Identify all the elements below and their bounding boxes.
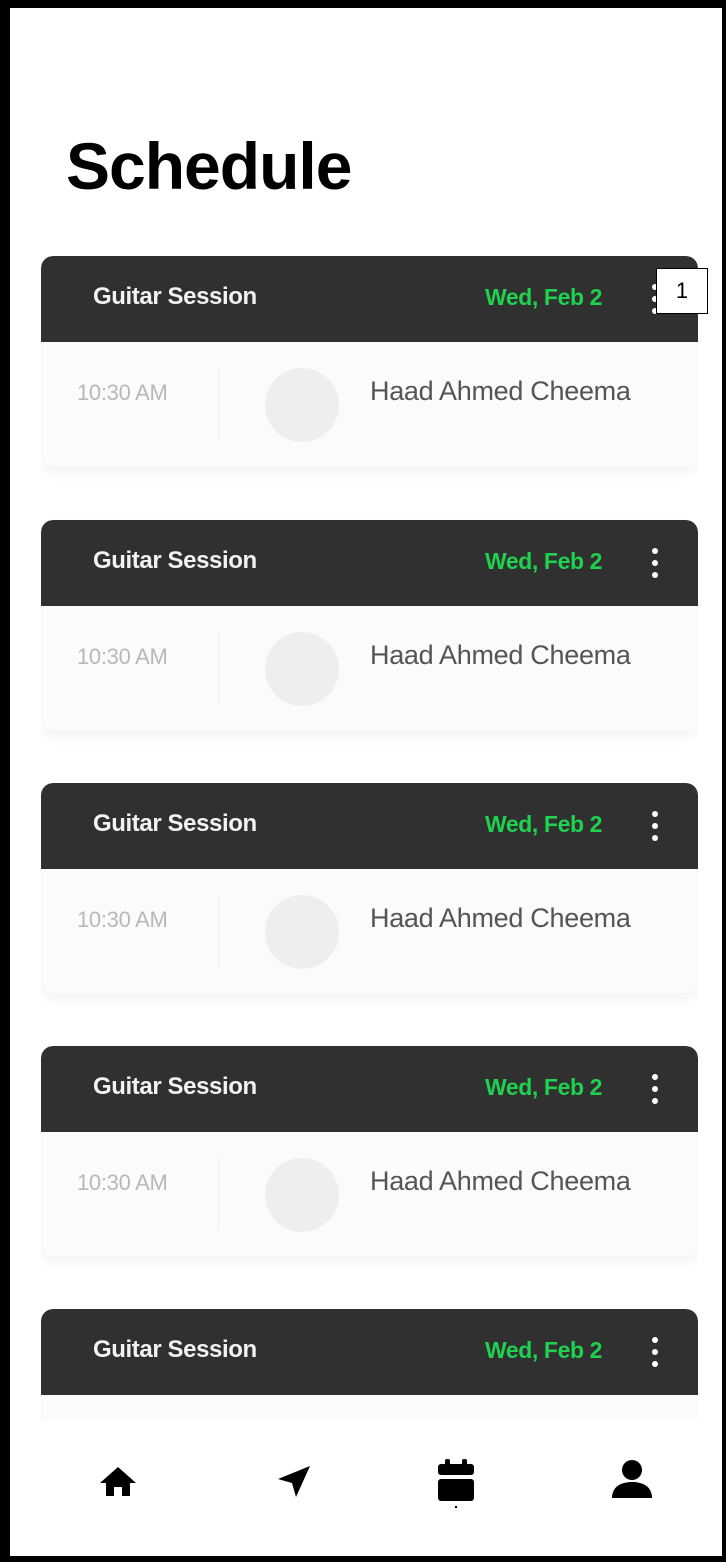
nav-send[interactable] (264, 1450, 324, 1510)
card-header: Guitar Session Wed, Feb 2 (41, 1309, 698, 1395)
session-title: Guitar Session (93, 547, 257, 574)
schedule-card[interactable]: Guitar Session Wed, Feb 2 (41, 1309, 698, 1420)
more-options-button[interactable] (642, 542, 668, 584)
nav-home[interactable] (88, 1450, 148, 1510)
more-vertical-icon-dot (652, 560, 658, 566)
session-title: Guitar Session (93, 1336, 257, 1363)
more-vertical-icon (652, 548, 658, 554)
card-header: Guitar Session Wed, Feb 2 (41, 1046, 698, 1132)
card-body: 10:30 AM Haad Ahmed Cheema (41, 342, 698, 466)
more-vertical-icon (652, 1337, 658, 1343)
calendar-icon (438, 1459, 474, 1508)
schedule-card[interactable]: Guitar Session Wed, Feb 2 10:30 AM Haad … (41, 520, 698, 730)
more-vertical-icon-dot (652, 1361, 658, 1367)
avatar (265, 632, 339, 706)
session-time: 10:30 AM (77, 644, 168, 669)
nav-profile[interactable] (602, 1450, 662, 1510)
card-body: 10:30 AM Haad Ahmed Cheema (41, 869, 698, 993)
more-vertical-icon-dot (652, 1086, 658, 1092)
home-icon (100, 1467, 136, 1496)
card-header: Guitar Session Wed, Feb 2 (41, 520, 698, 606)
more-vertical-icon-dot (652, 823, 658, 829)
bottom-navigation (10, 1420, 722, 1556)
more-vertical-icon-dot (652, 835, 658, 841)
session-time: 10:30 AM (77, 380, 168, 405)
card-header: Guitar Session Wed, Feb 2 (41, 256, 698, 342)
session-time: 10:30 AM (77, 1170, 168, 1195)
card-body: 10:30 AM Haad Ahmed Cheema (41, 606, 698, 730)
more-vertical-icon (652, 1074, 658, 1080)
session-date: Wed, Feb 2 (485, 548, 602, 574)
more-options-button[interactable] (642, 1331, 668, 1373)
person-name: Haad Ahmed Cheema (370, 640, 631, 670)
session-title: Guitar Session (93, 1073, 257, 1100)
more-vertical-icon-dot (652, 1349, 658, 1355)
person-name: Haad Ahmed Cheema (370, 1166, 631, 1196)
more-vertical-icon-dot (652, 572, 658, 578)
annotation-badge: 1 (656, 268, 708, 314)
schedule-card[interactable]: Guitar Session Wed, Feb 2 10:30 AM Haad … (41, 783, 698, 993)
avatar (265, 895, 339, 969)
schedule-card[interactable]: Guitar Session Wed, Feb 2 10:30 AM Haad … (41, 256, 698, 466)
session-title: Guitar Session (93, 810, 257, 837)
session-time: 10:30 AM (77, 907, 168, 932)
session-date: Wed, Feb 2 (485, 1074, 602, 1100)
card-header: Guitar Session Wed, Feb 2 (41, 783, 698, 869)
app-screen: Schedule Guitar Session Wed, Feb 2 10:30… (0, 0, 726, 1562)
card-body: 10:30 AM Haad Ahmed Cheema (41, 1132, 698, 1256)
divider (218, 895, 219, 967)
divider (218, 632, 219, 704)
session-title: Guitar Session (93, 283, 257, 310)
person-name: Haad Ahmed Cheema (370, 376, 631, 406)
profile-icon (612, 1460, 652, 1498)
send-icon (278, 1466, 310, 1497)
avatar (265, 368, 339, 442)
nav-calendar[interactable] (426, 1450, 486, 1510)
divider (218, 1158, 219, 1230)
schedule-list[interactable]: Guitar Session Wed, Feb 2 10:30 AM Haad … (41, 256, 698, 1420)
session-date: Wed, Feb 2 (485, 1337, 602, 1363)
divider (218, 368, 219, 440)
session-date: Wed, Feb 2 (485, 284, 602, 310)
more-options-button[interactable] (642, 805, 668, 847)
session-date: Wed, Feb 2 (485, 811, 602, 837)
more-vertical-icon-dot (652, 1098, 658, 1104)
avatar (265, 1158, 339, 1232)
more-options-button[interactable] (642, 1068, 668, 1110)
page-title: Schedule (66, 129, 352, 203)
schedule-card[interactable]: Guitar Session Wed, Feb 2 10:30 AM Haad … (41, 1046, 698, 1256)
person-name: Haad Ahmed Cheema (370, 903, 631, 933)
more-vertical-icon (652, 811, 658, 817)
